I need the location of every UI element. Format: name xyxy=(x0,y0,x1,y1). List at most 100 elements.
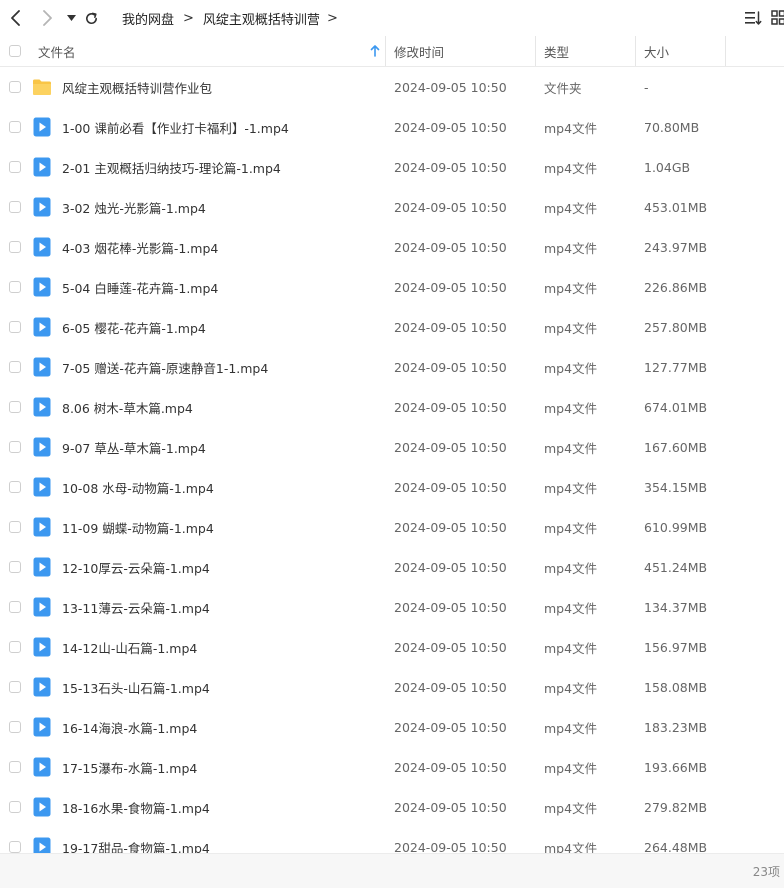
column-divider[interactable] xyxy=(635,36,636,66)
row-checkbox[interactable] xyxy=(9,761,21,773)
column-header-name[interactable]: 文件名 xyxy=(38,36,76,66)
file-row[interactable]: 11-09 蝴蝶-动物篇-1.mp42024-09-05 10:50mp4文件6… xyxy=(0,507,784,547)
file-name[interactable]: 15-13石头-山石篇-1.mp4 xyxy=(62,667,210,707)
file-row[interactable]: 16-14海浪-水篇-1.mp42024-09-05 10:50mp4文件183… xyxy=(0,707,784,747)
row-checkbox[interactable] xyxy=(9,681,21,693)
breadcrumb-separator[interactable]: > xyxy=(327,11,338,26)
checkbox[interactable] xyxy=(9,45,21,57)
row-checkbox[interactable] xyxy=(9,481,21,493)
file-type: mp4文件 xyxy=(544,787,597,827)
file-size: 257.80MB xyxy=(644,307,707,347)
file-row[interactable]: 15-13石头-山石篇-1.mp42024-09-05 10:50mp4文件15… xyxy=(0,667,784,707)
column-divider[interactable] xyxy=(725,36,726,66)
file-row[interactable]: 18-16水果-食物篇-1.mp42024-09-05 10:50mp4文件27… xyxy=(0,787,784,827)
file-modified-time: 2024-09-05 10:50 xyxy=(394,427,507,467)
file-name[interactable]: 1-00 课前必看【作业打卡福利】-1.mp4 xyxy=(62,107,289,147)
row-checkbox[interactable] xyxy=(9,841,21,853)
file-name[interactable]: 18-16水果-食物篇-1.mp4 xyxy=(62,787,210,827)
file-name[interactable]: 16-14海浪-水篇-1.mp4 xyxy=(62,707,197,747)
file-name[interactable]: 12-10厚云-云朵篇-1.mp4 xyxy=(62,547,210,587)
row-checkbox[interactable] xyxy=(9,601,21,613)
row-checkbox[interactable] xyxy=(9,241,21,253)
row-checkbox[interactable] xyxy=(9,801,21,813)
file-row[interactable]: 5-04 白睡莲-花卉篇-1.mp42024-09-05 10:50mp4文件2… xyxy=(0,267,784,307)
file-name[interactable]: 3-02 烛光-光影篇-1.mp4 xyxy=(62,187,206,227)
file-row[interactable]: 12-10厚云-云朵篇-1.mp42024-09-05 10:50mp4文件45… xyxy=(0,547,784,587)
row-checkbox[interactable] xyxy=(9,641,21,653)
column-header-size[interactable]: 大小 xyxy=(644,36,669,66)
column-divider[interactable] xyxy=(535,36,536,66)
file-row[interactable]: 风绽主观概括特训营作业包2024-09-05 10:50文件夹- xyxy=(0,67,784,107)
video-file-icon xyxy=(33,517,51,537)
file-row[interactable]: 8.06 树木-草木篇.mp42024-09-05 10:50mp4文件674.… xyxy=(0,387,784,427)
breadcrumb-item-root[interactable]: 我的网盘 xyxy=(122,9,174,28)
video-file-icon xyxy=(33,477,51,497)
file-row[interactable]: 1-00 课前必看【作业打卡福利】-1.mp42024-09-05 10:50m… xyxy=(0,107,784,147)
video-file-icon xyxy=(33,557,51,577)
breadcrumb-item-current[interactable]: 风绽主观概括特训营 xyxy=(203,9,320,28)
file-name[interactable]: 7-05 赠送-花卉篇-原速静音1-1.mp4 xyxy=(62,347,268,387)
row-checkbox[interactable] xyxy=(9,161,21,173)
sort-ascending-indicator[interactable] xyxy=(370,36,380,66)
video-file-icon xyxy=(33,437,51,457)
row-checkbox[interactable] xyxy=(9,281,21,293)
file-type: mp4文件 xyxy=(544,587,597,627)
file-size: - xyxy=(644,67,649,107)
file-name[interactable]: 风绽主观概括特训营作业包 xyxy=(62,67,212,107)
file-name[interactable]: 2-01 主观概括归纳技巧-理论篇-1.mp4 xyxy=(62,147,281,187)
file-name[interactable]: 14-12山-山石篇-1.mp4 xyxy=(62,627,197,667)
file-row[interactable]: 19-17甜品-食物篇-1.mp42024-09-05 10:50mp4文件26… xyxy=(0,827,784,853)
file-name[interactable]: 5-04 白睡莲-花卉篇-1.mp4 xyxy=(62,267,218,307)
row-checkbox[interactable] xyxy=(9,321,21,333)
file-modified-time: 2024-09-05 10:50 xyxy=(394,747,507,787)
file-name[interactable]: 4-03 烟花棒-光影篇-1.mp4 xyxy=(62,227,218,267)
file-modified-time: 2024-09-05 10:50 xyxy=(394,347,507,387)
file-row[interactable]: 17-15瀑布-水篇-1.mp42024-09-05 10:50mp4文件193… xyxy=(0,747,784,787)
file-row[interactable]: 14-12山-山石篇-1.mp42024-09-05 10:50mp4文件156… xyxy=(0,627,784,667)
file-row[interactable]: 6-05 樱花-花卉篇-1.mp42024-09-05 10:50mp4文件25… xyxy=(0,307,784,347)
file-row[interactable]: 4-03 烟花棒-光影篇-1.mp42024-09-05 10:50mp4文件2… xyxy=(0,227,784,267)
select-all-checkbox[interactable] xyxy=(9,36,21,66)
row-checkbox[interactable] xyxy=(9,521,21,533)
column-header-modified[interactable]: 修改时间 xyxy=(394,36,444,66)
video-file-icon xyxy=(33,637,51,657)
row-checkbox[interactable] xyxy=(9,561,21,573)
file-name[interactable]: 8.06 树木-草木篇.mp4 xyxy=(62,387,193,427)
file-name[interactable]: 6-05 樱花-花卉篇-1.mp4 xyxy=(62,307,206,347)
file-type: mp4文件 xyxy=(544,667,597,707)
file-row[interactable]: 2-01 主观概括归纳技巧-理论篇-1.mp42024-09-05 10:50m… xyxy=(0,147,784,187)
file-size: 279.82MB xyxy=(644,787,707,827)
file-modified-time: 2024-09-05 10:50 xyxy=(394,387,507,427)
row-checkbox[interactable] xyxy=(9,721,21,733)
refresh-button[interactable] xyxy=(81,8,101,28)
row-checkbox[interactable] xyxy=(9,361,21,373)
view-mode-button[interactable] xyxy=(771,9,784,31)
file-row[interactable]: 3-02 烛光-光影篇-1.mp42024-09-05 10:50mp4文件45… xyxy=(0,187,784,227)
toolbar: 我的网盘 > 风绽主观概括特训营 > xyxy=(0,0,784,36)
file-type: mp4文件 xyxy=(544,747,597,787)
file-row[interactable]: 13-11薄云-云朵篇-1.mp42024-09-05 10:50mp4文件13… xyxy=(0,587,784,627)
row-checkbox[interactable] xyxy=(9,81,21,93)
file-size: 453.01MB xyxy=(644,187,707,227)
file-row[interactable]: 7-05 赠送-花卉篇-原速静音1-1.mp42024-09-05 10:50m… xyxy=(0,347,784,387)
file-row[interactable]: 9-07 草丛-草木篇-1.mp42024-09-05 10:50mp4文件16… xyxy=(0,427,784,467)
sort-options-button[interactable] xyxy=(744,9,762,31)
row-checkbox[interactable] xyxy=(9,201,21,213)
row-checkbox[interactable] xyxy=(9,401,21,413)
file-name[interactable]: 19-17甜品-食物篇-1.mp4 xyxy=(62,827,210,853)
video-file-icon xyxy=(33,197,51,217)
file-name[interactable]: 13-11薄云-云朵篇-1.mp4 xyxy=(62,587,210,627)
file-name[interactable]: 9-07 草丛-草木篇-1.mp4 xyxy=(62,427,206,467)
forward-button[interactable] xyxy=(37,8,57,28)
row-checkbox[interactable] xyxy=(9,441,21,453)
back-button[interactable] xyxy=(6,8,26,28)
column-divider[interactable] xyxy=(385,36,386,66)
history-dropdown-button[interactable] xyxy=(61,8,81,28)
file-row[interactable]: 10-08 水母-动物篇-1.mp42024-09-05 10:50mp4文件3… xyxy=(0,467,784,507)
file-modified-time: 2024-09-05 10:50 xyxy=(394,627,507,667)
file-name[interactable]: 11-09 蝴蝶-动物篇-1.mp4 xyxy=(62,507,214,547)
column-header-type[interactable]: 类型 xyxy=(544,36,569,66)
file-name[interactable]: 10-08 水母-动物篇-1.mp4 xyxy=(62,467,214,507)
row-checkbox[interactable] xyxy=(9,121,21,133)
file-name[interactable]: 17-15瀑布-水篇-1.mp4 xyxy=(62,747,197,787)
